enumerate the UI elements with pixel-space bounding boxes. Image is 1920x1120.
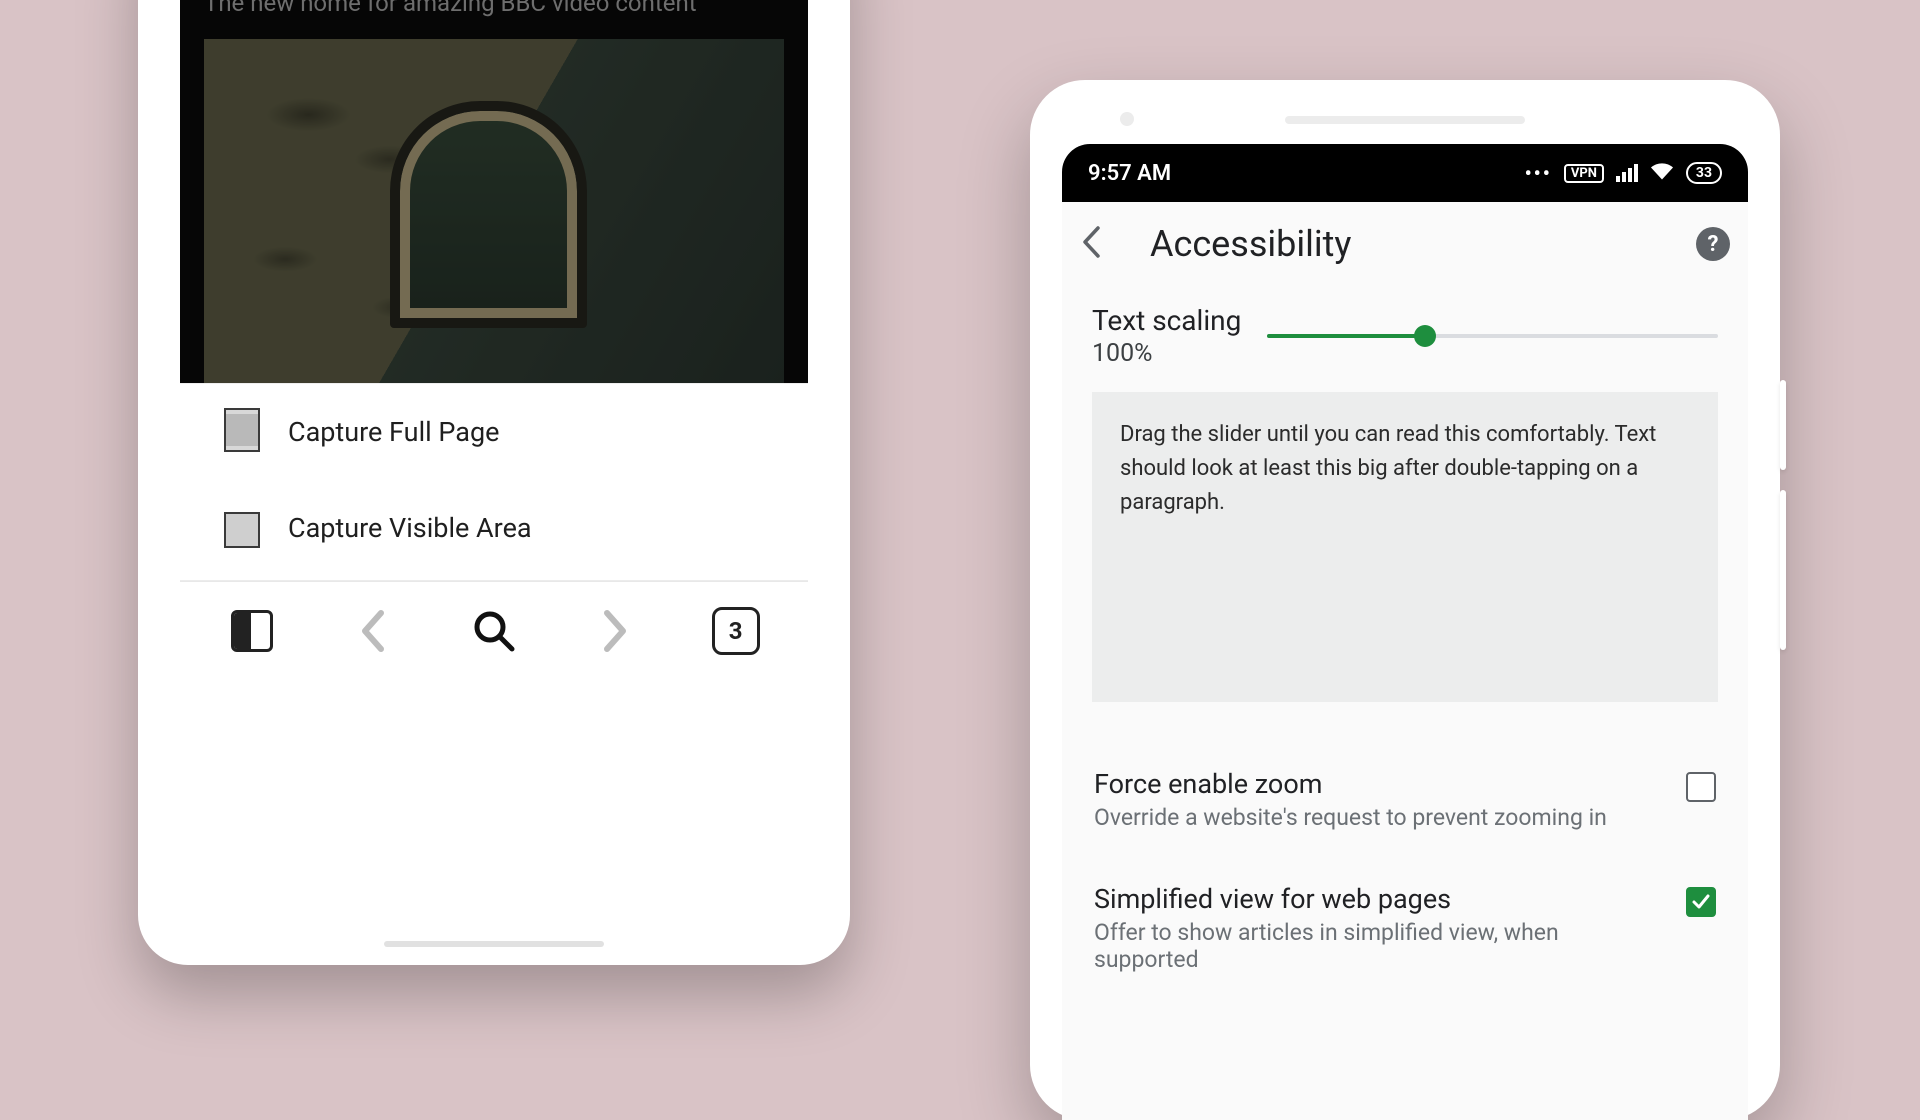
cellular-signal-icon [1616,164,1638,182]
app-bar: Accessibility ? [1062,202,1748,286]
side-button [1780,490,1786,650]
text-scaling-label: Text scaling [1092,304,1241,337]
settings-content: Text scaling 100% Drag the slider until … [1062,286,1748,999]
simplified-view-checkbox[interactable] [1686,887,1716,917]
browser-bottom-bar: 3 [180,581,808,679]
visible-area-icon [220,508,260,548]
browser-page-bbc: B B C REEL Visit Reel The new home for a… [180,0,808,383]
battery-indicator: 33 [1686,162,1722,184]
tabs-count-badge: 3 [712,607,760,655]
force-zoom-subtitle: Override a website's request to prevent … [1094,804,1614,831]
vpn-badge: VPN [1564,164,1604,183]
status-time: 9:57 AM [1088,161,1171,186]
more-status-icon: ••• [1525,161,1552,185]
back-button[interactable] [343,601,403,661]
slider-thumb[interactable] [1414,325,1436,347]
text-scaling-row: Text scaling 100% [1092,304,1718,368]
speaker-grille [1285,116,1525,124]
home-indicator [384,941,604,947]
capture-full-page-label: Capture Full Page [288,416,499,448]
forward-button[interactable] [585,601,645,661]
force-zoom-checkbox[interactable] [1686,772,1716,802]
phone-left-screen: B B C REEL Visit Reel The new home for a… [180,0,808,917]
text-scaling-preview: Drag the slider until you can read this … [1092,392,1718,702]
help-button[interactable]: ? [1696,227,1730,261]
status-bar: 9:57 AM ••• VPN 33 [1062,144,1748,202]
tabs-button[interactable]: 3 [706,601,766,661]
help-icon: ? [1708,232,1719,257]
force-zoom-title: Force enable zoom [1094,768,1666,800]
capture-full-page-item[interactable]: Capture Full Page [180,384,808,480]
slider-track-fill [1267,334,1425,338]
back-button[interactable] [1080,225,1102,263]
full-page-icon [220,412,260,452]
capture-visible-area-label: Capture Visible Area [288,512,532,544]
text-scaling-value: 100% [1092,339,1241,368]
phone-right-screen: 9:57 AM ••• VPN 33 Accessibility ? [1062,144,1748,1120]
capture-visible-area-item[interactable]: Capture Visible Area [180,480,808,576]
wifi-icon [1650,161,1674,186]
capture-bottom-sheet: Capture Full Page Capture Visible Area [180,383,808,917]
page-title: Accessibility [1150,223,1351,265]
search-button[interactable] [464,601,524,661]
panel-toggle-button[interactable] [222,601,282,661]
force-enable-zoom-row[interactable]: Force enable zoom Override a website's r… [1092,742,1718,857]
panel-icon [231,610,273,652]
simplified-view-title: Simplified view for web pages [1094,883,1666,915]
text-scaling-slider[interactable] [1267,322,1718,350]
simplified-view-row[interactable]: Simplified view for web pages Offer to s… [1092,857,1718,999]
video-thumbnail[interactable] [204,39,784,383]
bbc-subtitle: The new home for amazing BBC video conte… [204,0,697,17]
phone-mockup-left: B B C REEL Visit Reel The new home for a… [138,0,850,965]
phone-mockup-right: 9:57 AM ••• VPN 33 Accessibility ? [1030,80,1780,1120]
simplified-view-subtitle: Offer to show articles in simplified vie… [1094,919,1614,973]
side-button [1780,380,1786,470]
front-camera [1120,112,1134,126]
